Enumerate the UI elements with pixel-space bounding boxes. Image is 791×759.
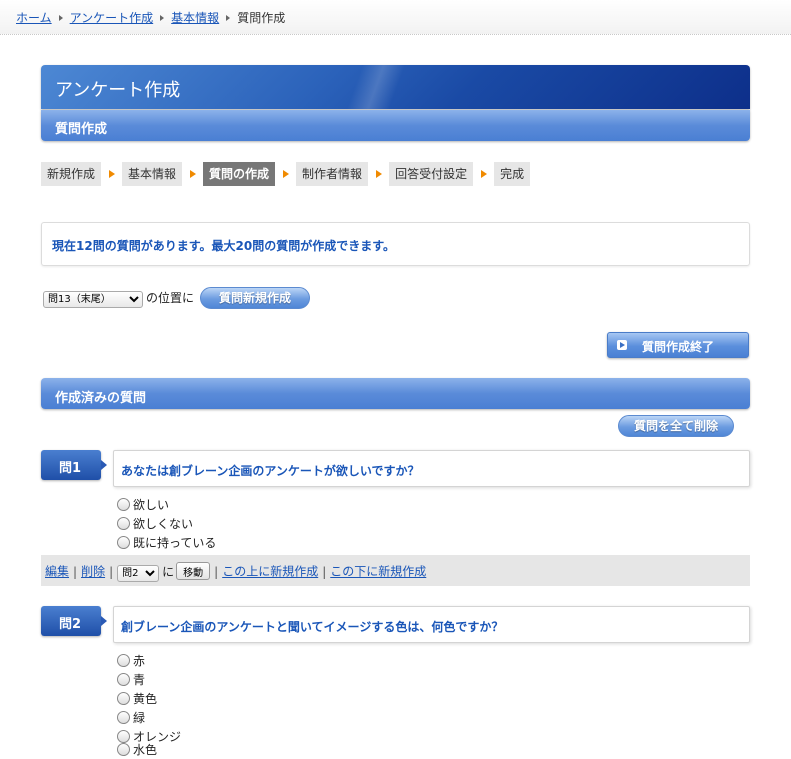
breadcrumb-separator-icon	[226, 15, 231, 21]
divider: |	[109, 564, 114, 579]
divider: |	[322, 564, 327, 579]
question-count-notice: 現在12問の質問があります。最大20問の質問が作成できます。	[41, 222, 750, 266]
step-arrow-icon	[109, 170, 116, 178]
option-label: 黄色	[133, 692, 158, 706]
notice-text: 現在12問の質問があります。最大20問の質問が作成できます。	[52, 239, 396, 253]
delete-link[interactable]: 削除	[81, 565, 105, 579]
option-label: 欲しい	[133, 498, 170, 512]
question-text-box: 創ブレーン企画のアンケートと聞いてイメージする色は、何色ですか？	[113, 606, 750, 643]
question-text-box: あなたは創ブレーン企画のアンケートが欲しいですか？	[113, 450, 750, 487]
step-arrow-icon	[190, 170, 197, 178]
question-number: 問1	[59, 461, 82, 476]
step-arrow-icon	[376, 170, 383, 178]
radio-button[interactable]	[117, 743, 130, 756]
breadcrumb-current: 質問作成	[237, 11, 286, 25]
step-response-settings: 回答受付設定	[389, 162, 474, 186]
created-questions-title: 作成済みの質問	[55, 391, 147, 406]
finish-questions-label: 質問作成終了	[642, 340, 715, 354]
created-questions-header: 作成済みの質問	[41, 378, 750, 409]
radio-button[interactable]	[117, 517, 130, 530]
list-item: 緑	[117, 709, 145, 727]
step-arrow-icon	[481, 170, 488, 178]
question-text: あなたは創ブレーン企画のアンケートが欲しいですか？	[121, 464, 420, 478]
option-label: 欲しくない	[133, 517, 194, 531]
breadcrumb-separator-icon	[160, 15, 165, 21]
breadcrumb-bar: ホーム アンケート作成 基本情報 質問作成	[0, 0, 791, 35]
step-questions: 質問の作成	[203, 162, 276, 186]
radio-button[interactable]	[117, 654, 130, 667]
page-title: アンケート作成	[55, 80, 181, 101]
question-number: 問2	[59, 617, 82, 632]
divider: |	[73, 564, 78, 579]
list-item: 既に持っている	[117, 534, 216, 552]
option-label: 赤	[133, 654, 146, 668]
move-position-select[interactable]: 問2	[117, 564, 160, 582]
divider: |	[214, 564, 219, 579]
create-above-link[interactable]: この上に新規作成	[222, 565, 318, 579]
step-creator-info: 制作者情報	[296, 162, 369, 186]
delete-all-questions-button[interactable]: 質問を全て削除	[618, 415, 735, 437]
breadcrumb-home-link[interactable]: ホーム	[16, 11, 52, 25]
breadcrumb-separator-icon	[58, 15, 63, 21]
page-subheader: 質問作成	[41, 110, 750, 141]
question-badge: 問2	[41, 606, 107, 636]
step-basic-info: 基本情報	[122, 162, 183, 186]
list-item: 赤	[117, 652, 145, 670]
radio-button[interactable]	[117, 673, 130, 686]
step-complete: 完成	[494, 162, 531, 186]
option-label: 水色	[133, 743, 158, 757]
step-new: 新規作成	[41, 162, 102, 186]
page-subtitle: 質問作成	[55, 122, 108, 137]
move-button[interactable]: 移動	[176, 562, 211, 580]
progress-steps: 新規作成 基本情報 質問の作成 制作者情報 回答受付設定 完成	[41, 162, 531, 186]
list-item: 黄色	[117, 690, 157, 708]
create-below-link[interactable]: この下に新規作成	[330, 565, 426, 579]
radio-button[interactable]	[117, 711, 130, 724]
step-arrow-icon	[283, 170, 290, 178]
breadcrumb-survey-link[interactable]: アンケート作成	[70, 11, 154, 25]
play-icon	[617, 340, 627, 350]
finish-questions-button[interactable]: 質問作成終了	[607, 332, 749, 358]
question-actions: 編集 | 削除 | 問2 に移動 | この上に新規作成 | この下に新規作成	[45, 562, 426, 582]
question-action-bar: 編集 | 削除 | 問2 に移動 | この上に新規作成 | この下に新規作成	[41, 555, 750, 586]
radio-button[interactable]	[117, 692, 130, 705]
position-suffix-label: の位置に	[146, 291, 195, 305]
option-label: 既に持っている	[133, 536, 217, 550]
breadcrumb-basic-info-link[interactable]: 基本情報	[171, 11, 219, 25]
new-question-button[interactable]: 質問新規作成	[200, 287, 311, 309]
option-label: 緑	[133, 711, 146, 725]
new-question-row: 問13（末尾） の位置に 質問新規作成	[43, 287, 311, 309]
list-item: 欲しい	[117, 496, 169, 514]
new-question-position-select[interactable]: 問13（末尾）	[43, 291, 143, 308]
page-header: アンケート作成	[41, 65, 750, 109]
option-label: 青	[133, 673, 146, 687]
list-item: 青	[117, 671, 145, 689]
radio-button[interactable]	[117, 498, 130, 511]
list-item: 水色	[117, 741, 157, 759]
list-item: 欲しくない	[117, 515, 193, 533]
question-badge: 問1	[41, 450, 107, 480]
breadcrumb: ホーム アンケート作成 基本情報 質問作成	[16, 9, 285, 26]
edit-link[interactable]: 編集	[45, 565, 69, 579]
radio-button[interactable]	[117, 536, 130, 549]
move-prefix-label: に	[162, 564, 175, 579]
question-text: 創ブレーン企画のアンケートと聞いてイメージする色は、何色ですか？	[121, 620, 504, 634]
